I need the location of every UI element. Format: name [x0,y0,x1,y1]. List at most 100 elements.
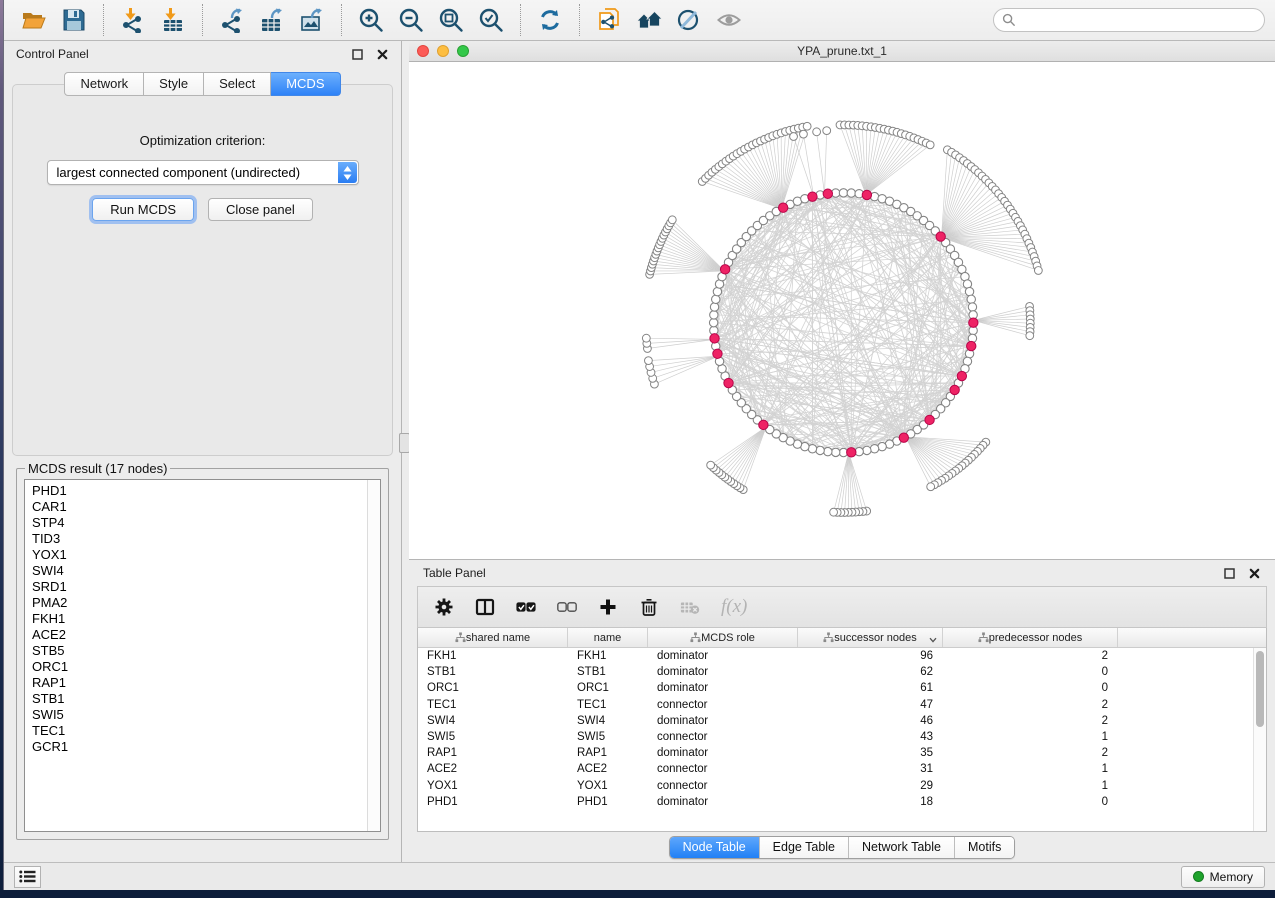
control-panel: Control Panel Network Style Select MCD [4,41,401,862]
import-network-icon[interactable] [116,5,150,35]
delete-column-icon[interactable] [639,594,659,620]
deselect-all-columns-icon[interactable] [557,594,577,620]
graphics-details-icon[interactable] [672,5,706,35]
mcds-result-list[interactable]: PHD1CAR1STP4TID3YOX1SWI4SRD1PMA2FKH1ACE2… [24,479,381,832]
table-cell: STB1 [568,666,648,678]
split-panel-icon[interactable] [475,594,495,620]
optimization-criterion-select[interactable]: largest connected component (undirected) [47,160,359,185]
table-row[interactable]: TEC1TEC1connector472 [418,697,1266,713]
list-icon [19,870,36,883]
table-row[interactable]: SWI4SWI4dominator462 [418,713,1266,729]
mcds-list-item[interactable]: CAR1 [32,499,380,515]
mcds-list-item[interactable]: ORC1 [32,659,380,675]
table-row[interactable]: ORC1ORC1dominator610 [418,680,1266,696]
run-mcds-button[interactable]: Run MCDS [92,198,194,221]
table-cell: FKH1 [418,650,568,662]
table-row[interactable]: RAP1RAP1dominator352 [418,745,1266,761]
column-type-icon [455,632,466,643]
column-type-icon [978,632,989,643]
tab-style[interactable]: Style [144,72,204,96]
column-header-successor-nodes[interactable]: successor nodes [798,628,943,647]
tab-network[interactable]: Network [64,72,144,96]
search-box[interactable] [993,8,1265,32]
mcds-list-item[interactable]: SRD1 [32,579,380,595]
table-row[interactable]: FKH1FKH1dominator962 [418,648,1266,664]
refresh-icon[interactable] [533,5,567,35]
table-scrollbar[interactable] [1253,648,1266,831]
table-row[interactable]: ACE2ACE2connector311 [418,761,1266,777]
home-icon[interactable] [632,5,666,35]
mcds-list-item[interactable]: TEC1 [32,723,380,739]
open-icon[interactable] [17,5,51,35]
select-all-columns-icon[interactable] [516,594,536,620]
memory-button[interactable]: Memory [1181,866,1265,888]
search-input[interactable] [1021,13,1256,27]
table-row[interactable]: SWI5SWI5connector431 [418,729,1266,745]
add-column-icon[interactable] [598,594,618,620]
tab-network-table[interactable]: Network Table [848,837,954,858]
table-cell: TEC1 [418,699,568,711]
eye-icon[interactable] [712,5,746,35]
zoom-out-icon[interactable] [394,5,428,35]
scrollbar-thumb[interactable] [1256,651,1264,727]
network-graph[interactable] [409,62,1275,559]
float-table-panel-icon[interactable] [1223,567,1236,580]
network-canvas[interactable] [409,62,1275,559]
table-row[interactable]: STB1STB1dominator620 [418,664,1266,680]
column-header-predecessor-nodes[interactable]: predecessor nodes [943,628,1118,647]
zoom-selected-icon[interactable] [474,5,508,35]
column-header-name[interactable]: name [568,628,648,647]
mcds-list-item[interactable]: PHD1 [32,483,380,499]
clipboard-network-icon[interactable] [592,5,626,35]
node-table: shared namenameMCDS rolesuccessor nodes p… [417,628,1267,832]
mcds-tab-panel: Optimization criterion: largest connecte… [12,84,393,456]
mcds-list-item[interactable]: PMA2 [32,595,380,611]
tab-motifs[interactable]: Motifs [954,837,1014,858]
table-row[interactable]: PHD1PHD1dominator180 [418,794,1266,810]
table-cell: connector [648,699,798,711]
table-row[interactable]: YOX1YOX1connector291 [418,778,1266,794]
mcds-list-item[interactable]: TID3 [32,531,380,547]
vertical-splitter[interactable] [401,41,409,862]
table-body: FKH1FKH1dominator962STB1STB1dominator620… [418,648,1266,831]
tab-edge-table[interactable]: Edge Table [759,837,848,858]
gear-icon[interactable] [434,594,454,620]
float-panel-icon[interactable] [351,48,364,61]
close-panel-icon[interactable] [376,48,389,61]
mcds-list-item[interactable]: STB1 [32,691,380,707]
network-titlebar: YPA_prune.txt_1 [409,41,1275,62]
table-cell: 43 [798,731,943,743]
table-cell: 2 [943,715,1118,727]
toolbar-separator [103,4,104,36]
column-header-shared-name[interactable]: shared name [418,628,568,647]
zoom-fit-icon[interactable] [434,5,468,35]
mcds-list-item[interactable]: STP4 [32,515,380,531]
save-icon[interactable] [57,5,91,35]
task-history-button[interactable] [14,866,41,888]
tab-select[interactable]: Select [204,72,271,96]
column-label: predecessor nodes [989,632,1083,644]
zoom-in-icon[interactable] [354,5,388,35]
export-network-icon[interactable] [215,5,249,35]
mcds-list-item[interactable]: SWI4 [32,563,380,579]
tab-node-table[interactable]: Node Table [670,837,759,858]
network-title: YPA_prune.txt_1 [409,44,1275,58]
import-table-icon[interactable] [156,5,190,35]
tab-mcds[interactable]: MCDS [271,72,340,96]
column-header-MCDS-role[interactable]: MCDS role [648,628,798,647]
export-image-icon[interactable] [295,5,329,35]
mcds-list-item[interactable]: ACE2 [32,627,380,643]
column-header-filler [1118,628,1266,647]
optimization-criterion-label: Optimization criterion: [13,133,392,148]
export-table-icon[interactable] [255,5,289,35]
mcds-list-item[interactable]: SWI5 [32,707,380,723]
mcds-list-item[interactable]: STB5 [32,643,380,659]
close-panel-button[interactable]: Close panel [208,198,313,221]
mcds-list-item[interactable]: FKH1 [32,611,380,627]
mcds-list-item[interactable]: GCR1 [32,739,380,755]
list-scrollbar[interactable] [367,480,380,831]
mcds-list-item[interactable]: RAP1 [32,675,380,691]
close-table-panel-icon[interactable] [1248,567,1261,580]
mcds-list-item[interactable]: YOX1 [32,547,380,563]
app-window: Control Panel Network Style Select MCD [3,0,1275,890]
